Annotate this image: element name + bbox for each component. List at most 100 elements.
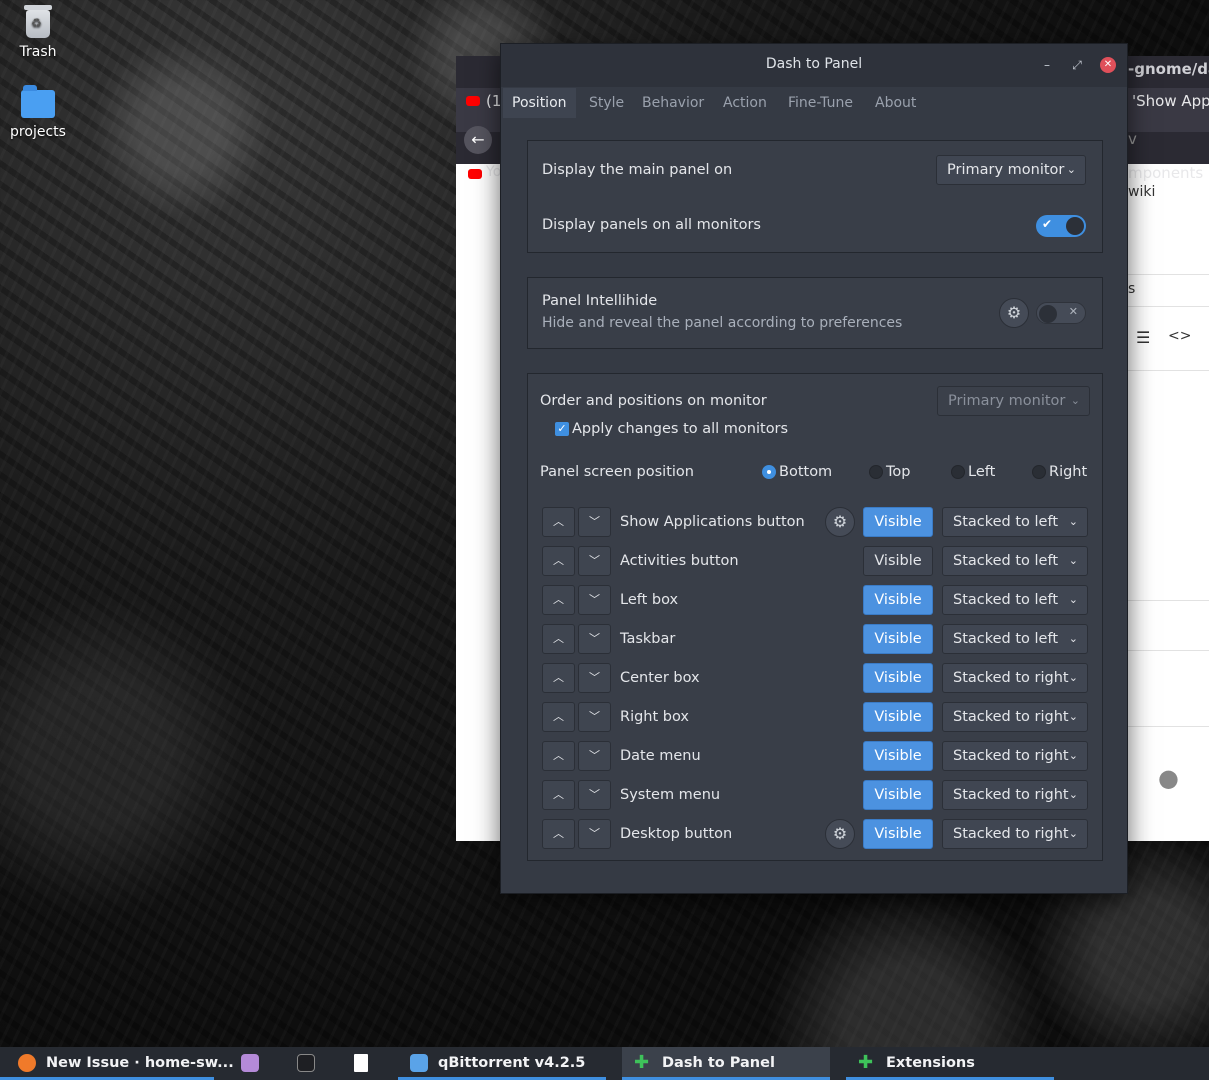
chevron-down-icon: ⌄ <box>1068 554 1078 567</box>
chevron-down-icon: ⌄ <box>1068 515 1078 528</box>
task-terminal[interactable] <box>284 1047 328 1080</box>
browser-back-icon[interactable]: ← <box>464 126 492 154</box>
move-down-system-menu-chevron-down-icon[interactable]: ﹀ <box>578 780 611 810</box>
task-extensions[interactable]: ✚ Extensions <box>846 1047 1054 1080</box>
divider <box>1128 726 1209 727</box>
element-label-center-box: Center box <box>620 670 700 686</box>
move-up-desktop-button-chevron-up-icon[interactable]: ︿ <box>542 819 575 849</box>
position-select-date-menu[interactable]: Stacked to right ⌄ <box>942 741 1088 771</box>
radio-top[interactable] <box>869 465 883 479</box>
dash-to-panel-dialog: Dash to Panel – ⤢ ✕ Position Style Behav… <box>500 43 1128 894</box>
radio-left-label: Left <box>968 464 996 480</box>
move-down-show-applications-button-chevron-down-icon[interactable]: ﹀ <box>578 507 611 537</box>
move-up-left-box-chevron-up-icon[interactable]: ︿ <box>542 585 575 615</box>
task-qbittorrent[interactable]: qBittorrent v4.2.5 <box>398 1047 606 1080</box>
puzzle-icon: ✚ <box>858 1052 874 1073</box>
intellihide-description: Hide and reveal the panel according to p… <box>542 315 903 331</box>
position-select-activities-button[interactable]: Stacked to left ⌄ <box>942 546 1088 576</box>
visible-toggle-show-applications-button[interactable]: Visible <box>863 507 933 537</box>
visible-toggle-right-box[interactable]: Visible <box>863 702 933 732</box>
move-up-activities-button-chevron-up-icon[interactable]: ︿ <box>542 546 575 576</box>
bookmark-label[interactable]: Yo <box>486 164 501 180</box>
radio-bottom-label: Bottom <box>779 464 833 480</box>
chevron-down-icon: ⌄ <box>1068 593 1078 606</box>
task-label: Extensions <box>886 1055 975 1071</box>
taskbar: New Issue · home-sw... qBittorrent v4.2.… <box>0 1047 1209 1080</box>
task-document[interactable] <box>340 1047 384 1080</box>
visible-toggle-system-menu[interactable]: Visible <box>863 780 933 810</box>
move-down-taskbar-chevron-down-icon[interactable]: ﹀ <box>578 624 611 654</box>
position-select-system-menu[interactable]: Stacked to right ⌄ <box>942 780 1088 810</box>
move-up-right-box-chevron-up-icon[interactable]: ︿ <box>542 702 575 732</box>
dialog-title: Dash to Panel <box>765 56 863 72</box>
visible-toggle-center-box[interactable]: Visible <box>863 663 933 693</box>
element-label-date-menu: Date menu <box>620 748 701 764</box>
move-down-left-box-chevron-down-icon[interactable]: ﹀ <box>578 585 611 615</box>
desktop-icon-trash[interactable]: ♻ Trash <box>0 5 76 60</box>
visible-toggle-date-menu[interactable]: Visible <box>863 741 933 771</box>
list-icon[interactable]: ☰ <box>1136 328 1150 347</box>
radio-bottom[interactable] <box>762 465 776 479</box>
task-label: Dash to Panel <box>662 1055 775 1071</box>
divider <box>1128 306 1209 307</box>
move-up-show-applications-button-chevron-up-icon[interactable]: ︿ <box>542 507 575 537</box>
tab-about[interactable]: About <box>875 88 916 118</box>
s-fragment: s <box>1128 281 1136 297</box>
desktop-button-settings-gear-icon[interactable]: ⚙ <box>825 819 855 849</box>
move-up-system-menu-chevron-up-icon[interactable]: ︿ <box>542 780 575 810</box>
position-select-right-box[interactable]: Stacked to right ⌄ <box>942 702 1088 732</box>
firefox-icon <box>18 1054 36 1072</box>
move-down-center-box-chevron-down-icon[interactable]: ﹀ <box>578 663 611 693</box>
position-value: Stacked to right <box>953 787 1069 803</box>
close-icon[interactable]: ✕ <box>1100 57 1116 73</box>
chevron-down-icon: ⌄ <box>1068 710 1078 723</box>
intellihide-switch[interactable]: ✕ <box>1036 302 1086 324</box>
radio-left[interactable] <box>951 465 965 479</box>
move-down-date-menu-chevron-down-icon[interactable]: ﹀ <box>578 741 611 771</box>
dialog-titlebar[interactable]: Dash to Panel – ⤢ ✕ <box>501 44 1127 87</box>
intellihide-frame: Panel Intellihide Hide and reveal the pa… <box>527 277 1103 349</box>
element-label-desktop-button: Desktop button <box>620 826 733 842</box>
tab-fine-tune[interactable]: Fine-Tune <box>788 88 853 118</box>
minimize-icon[interactable]: – <box>1039 57 1055 73</box>
visible-toggle-taskbar[interactable]: Visible <box>863 624 933 654</box>
position-value: Stacked to right <box>953 748 1069 764</box>
move-up-taskbar-chevron-up-icon[interactable]: ︿ <box>542 624 575 654</box>
order-monitor-select[interactable]: Primary monitor ⌄ <box>937 386 1090 416</box>
wiki-fragment: wiki <box>1128 184 1156 200</box>
tab-style[interactable]: Style <box>589 88 624 118</box>
apply-all-checkbox[interactable]: ✓ <box>555 422 569 436</box>
task-files[interactable] <box>228 1047 272 1080</box>
tab-action[interactable]: Action <box>723 88 767 118</box>
element-label-left-box: Left box <box>620 592 679 608</box>
move-down-right-box-chevron-down-icon[interactable]: ﹀ <box>578 702 611 732</box>
main-panel-monitor-select[interactable]: Primary monitor ⌄ <box>936 155 1086 185</box>
visible-toggle-left-box[interactable]: Visible <box>863 585 933 615</box>
chevron-down-icon: ⌄ <box>1068 749 1078 762</box>
move-up-center-box-chevron-up-icon[interactable]: ︿ <box>542 663 575 693</box>
all-monitors-switch[interactable]: ✔ <box>1036 215 1086 237</box>
position-select-taskbar[interactable]: Stacked to left ⌄ <box>942 624 1088 654</box>
position-select-left-box[interactable]: Stacked to left ⌄ <box>942 585 1088 615</box>
move-down-activities-button-chevron-down-icon[interactable]: ﹀ <box>578 546 611 576</box>
intellihide-settings-gear-icon[interactable]: ⚙ <box>999 298 1029 328</box>
maximize-icon[interactable]: ⤢ <box>1069 57 1085 73</box>
visible-toggle-activities-button[interactable]: Visible <box>863 546 933 576</box>
position-select-show-applications-button[interactable]: Stacked to left ⌄ <box>942 507 1088 537</box>
qbittorrent-icon <box>410 1054 428 1072</box>
task-firefox[interactable]: New Issue · home-sw... <box>0 1047 234 1080</box>
tab-behavior[interactable]: Behavior <box>642 88 704 118</box>
position-select-center-box[interactable]: Stacked to right ⌄ <box>942 663 1088 693</box>
radio-right[interactable] <box>1032 465 1046 479</box>
show-applications-button-settings-gear-icon[interactable]: ⚙ <box>825 507 855 537</box>
move-up-date-menu-chevron-up-icon[interactable]: ︿ <box>542 741 575 771</box>
visible-toggle-desktop-button[interactable]: Visible <box>863 819 933 849</box>
code-icon[interactable]: <> <box>1168 328 1191 344</box>
position-select-desktop-button[interactable]: Stacked to right ⌄ <box>942 819 1088 849</box>
task-dash-to-panel[interactable]: ✚ Dash to Panel <box>622 1047 830 1080</box>
position-value: Stacked to right <box>953 709 1069 725</box>
desktop-icon-projects[interactable]: projects <box>0 85 76 140</box>
move-down-desktop-button-chevron-down-icon[interactable]: ﹀ <box>578 819 611 849</box>
position-value: Stacked to left <box>953 631 1059 647</box>
tab-position[interactable]: Position <box>503 88 576 118</box>
